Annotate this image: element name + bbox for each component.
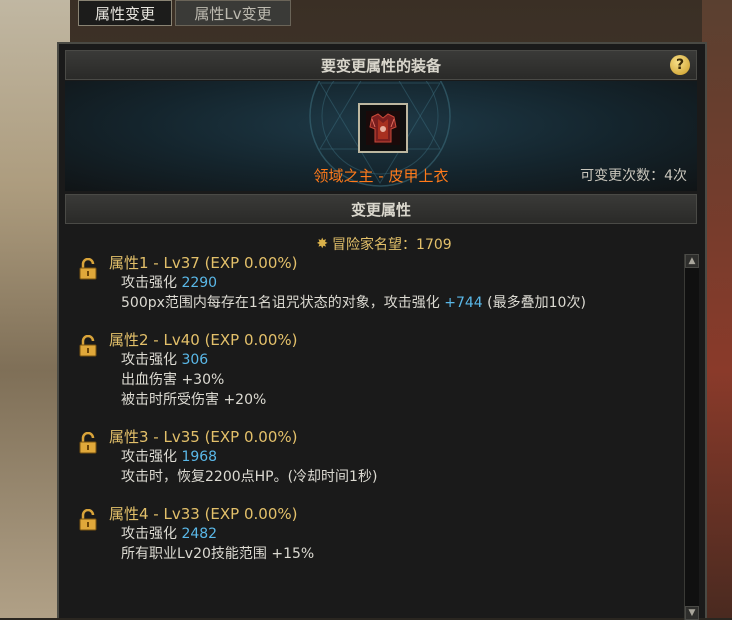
attribute-entry-2[interactable]: 属性2 - Lv40 (EXP 0.00%) 攻击强化 306 出血伤害 +30… <box>79 331 679 410</box>
attribute-line: 被击时所受伤害 +20% <box>121 392 267 408</box>
attribute-value: 2290 <box>181 275 218 291</box>
unlock-icon[interactable] <box>79 432 97 454</box>
tab-attribute-lv-change[interactable]: 属性Lv变更 <box>175 0 291 26</box>
scroll-up-icon[interactable]: ▲ <box>685 254 699 268</box>
change-count-label: 可变更次数：4次 <box>580 168 687 184</box>
reputation-icon: ✸ <box>316 236 329 252</box>
attribute-title: 属性1 - Lv37 (EXP 0.00%) <box>109 254 298 272</box>
attribute-entry-1[interactable]: 属性1 - Lv37 (EXP 0.00%) 攻击强化 2290 500px范围… <box>79 254 679 313</box>
attribute-stat: 攻击强化 <box>121 526 177 542</box>
section-title: 变更属性 <box>350 200 411 219</box>
attribute-list: 属性1 - Lv37 (EXP 0.00%) 攻击强化 2290 500px范围… <box>79 254 679 582</box>
equipment-slot[interactable] <box>358 103 408 153</box>
attribute-stat: 攻击强化 <box>121 275 177 291</box>
adventurer-reputation: ✸ 冒险家名望：1709 <box>59 234 709 254</box>
attribute-line: 所有职业Lv20技能范围 +15% <box>121 546 315 562</box>
help-button[interactable]: ? <box>670 55 690 75</box>
attribute-title: 属性4 - Lv33 (EXP 0.00%) <box>109 505 298 523</box>
attribute-line: 攻击强化 2290 <box>109 273 679 293</box>
attribute-value: 306 <box>181 352 209 368</box>
attribute-scrollbar[interactable]: ▲ ▼ <box>684 254 699 620</box>
change-attribute-header: 变更属性 <box>65 194 697 224</box>
attribute-stat: 攻击强化 <box>121 352 177 368</box>
attribute-entry-4[interactable]: 属性4 - Lv33 (EXP 0.00%) 攻击强化 2482 所有职业Lv2… <box>79 505 679 564</box>
tab-attribute-change[interactable]: 属性变更 <box>78 0 172 26</box>
attribute-change-window: 要变更属性的装备 ? 领域之主 - 皮甲上衣 可变更次数：4次 变更属性 ✸ 冒… <box>57 42 709 620</box>
equipment-header: 要变更属性的装备 ? <box>65 50 697 80</box>
leather-armor-icon <box>366 111 400 145</box>
unlock-icon[interactable] <box>79 335 97 357</box>
unlock-icon[interactable] <box>79 258 97 280</box>
attribute-line: 500px范围内每存在1名诅咒状态的对象，攻击强化 +744 (最多叠加10次) <box>109 293 679 313</box>
attribute-stat: 攻击强化 <box>121 449 177 465</box>
unlock-icon[interactable] <box>79 509 97 531</box>
attribute-value: +744 <box>444 295 483 311</box>
attribute-line: 攻击强化 306 <box>109 350 679 370</box>
attribute-stat: 500px范围内每存在1名诅咒状态的对象，攻击强化 <box>121 295 440 311</box>
header-title: 要变更属性的装备 <box>320 56 441 75</box>
attribute-line: 攻击强化 2482 <box>109 524 679 544</box>
attribute-title: 属性3 - Lv35 (EXP 0.00%) <box>109 428 298 446</box>
reputation-label: 冒险家名望：1709 <box>332 237 452 253</box>
attribute-line: 攻击强化 1968 <box>109 447 679 467</box>
attribute-value: 1968 <box>181 449 218 465</box>
equipment-display: 领域之主 - 皮甲上衣 可变更次数：4次 <box>65 81 697 191</box>
attribute-entry-3[interactable]: 属性3 - Lv35 (EXP 0.00%) 攻击强化 1968 攻击时，恢复2… <box>79 428 679 487</box>
attribute-value: 2482 <box>181 526 218 542</box>
attribute-title: 属性2 - Lv40 (EXP 0.00%) <box>109 331 298 349</box>
tab-bar: 属性变更 属性Lv变更 <box>78 0 291 26</box>
attribute-line: 攻击时，恢复2200点HP。(冷却时间1秒) <box>121 469 378 485</box>
attribute-suffix: (最多叠加10次) <box>487 295 586 311</box>
attribute-line: 出血伤害 +30% <box>121 372 225 388</box>
